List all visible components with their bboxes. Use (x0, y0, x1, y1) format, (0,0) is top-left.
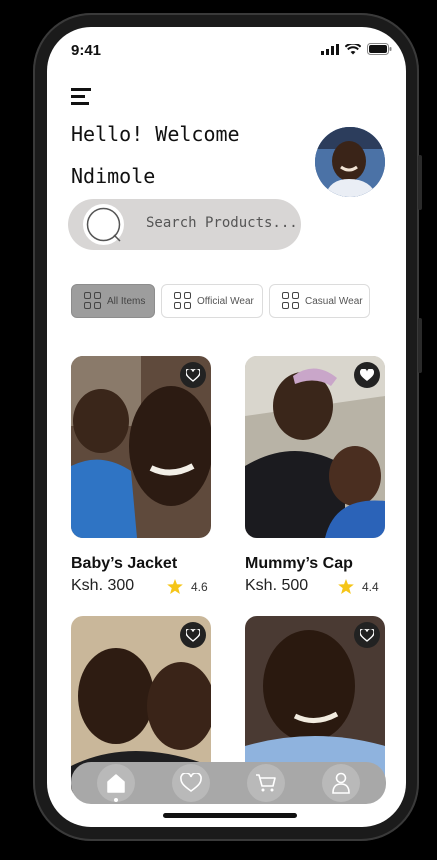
search-input[interactable]: Search Products... (146, 215, 298, 231)
active-indicator (114, 798, 118, 802)
signal-icon (321, 43, 339, 55)
status-icons (321, 43, 392, 55)
status-time: 9:41 (71, 42, 102, 59)
search-icon[interactable] (83, 204, 124, 245)
product-price: Ksh. 500 (245, 577, 309, 594)
wifi-icon (345, 43, 361, 54)
filter-chip-all-items[interactable]: All Items (71, 284, 155, 318)
product-image[interactable] (71, 356, 211, 538)
profile-icon (332, 772, 350, 794)
star-icon (338, 579, 354, 594)
power-button (418, 155, 422, 210)
search-bar[interactable]: Search Products... (68, 199, 301, 250)
avatar[interactable] (315, 127, 385, 197)
grid-icon (84, 292, 102, 310)
filter-chip-casual-wear[interactable]: Casual Wear (269, 284, 370, 318)
favorite-button[interactable] (180, 362, 206, 388)
user-name: Ndimole (71, 164, 156, 188)
nav-favorites[interactable] (172, 764, 210, 802)
home-icon (107, 774, 125, 793)
heart-icon (180, 773, 202, 792)
filter-chip-official-wear[interactable]: Official Wear (161, 284, 263, 318)
grid-icon (282, 292, 300, 310)
heart-icon (360, 628, 374, 642)
rating-value: 4.6 (191, 579, 208, 594)
nav-home[interactable] (97, 764, 135, 802)
favorite-button[interactable] (354, 362, 380, 388)
home-indicator (163, 813, 297, 818)
product-image[interactable] (245, 356, 385, 538)
cart-icon (256, 774, 276, 792)
favorite-button[interactable] (180, 622, 206, 648)
rating-value: 4.4 (362, 579, 379, 594)
volume-button (418, 318, 422, 373)
battery-icon (367, 43, 392, 55)
heart-icon (186, 368, 200, 382)
app-screen: 9:41 Hello! Welcome Ndimole Search Produ… (47, 27, 406, 827)
greeting-title: Hello! Welcome (71, 122, 240, 146)
filter-label: All Items (107, 295, 146, 307)
product-rating: 4.6 (167, 579, 208, 594)
avatar-photo (315, 127, 385, 197)
favorite-button[interactable] (354, 622, 380, 648)
filter-label: Casual Wear (305, 295, 363, 307)
product-price: Ksh. 300 (71, 577, 135, 594)
grid-icon (174, 292, 192, 310)
filter-label: Official Wear (197, 295, 254, 307)
heart-icon (186, 628, 200, 642)
heart-filled-icon (360, 368, 374, 381)
bottom-nav (71, 762, 386, 804)
menu-icon[interactable] (71, 88, 91, 106)
nav-profile[interactable] (322, 764, 360, 802)
star-icon (167, 579, 183, 594)
product-rating: 4.4 (338, 579, 379, 594)
product-name: Mummy’s Cap (245, 555, 353, 572)
product-name: Baby’s Jacket (71, 555, 178, 572)
nav-cart[interactable] (247, 764, 285, 802)
